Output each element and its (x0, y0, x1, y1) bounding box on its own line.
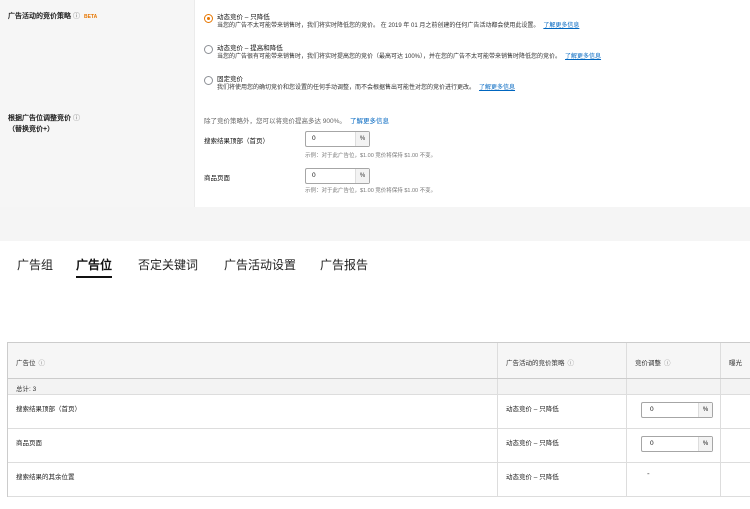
placement-name: 搜索结果顶部（首页） (16, 406, 81, 413)
adjust-label-top-of-search: 搜索结果顶部（首页） (204, 138, 269, 145)
option-title: 动态竞价 – 提高和降低 (217, 45, 283, 52)
learn-more-link[interactable]: 了解更多信息 (350, 118, 389, 125)
tab-placements[interactable]: 广告位 (76, 256, 113, 278)
info-icon[interactable]: ⓘ (73, 13, 80, 20)
table-header-row: 广告位 ⓘ 广告活动的竞价策略 ⓘ 竞价调整 ⓘ 曝光 (8, 343, 750, 379)
learn-more-link[interactable]: 了解更多信息 (565, 54, 601, 60)
table-row: 商品页面 动态竞价 – 只降低 0 % (8, 429, 750, 463)
option-description: 我们将使用您的确切竞价和您设置的任何手动调整，而不会根据售出可能性对您的竞价进行… (217, 85, 476, 91)
placement-adjust-sublabel: （替换竞价+） (8, 126, 55, 133)
column-header-strategy[interactable]: 广告活动的竞价策略 ⓘ (506, 357, 574, 367)
adjust-label-product-page: 商品页面 (204, 175, 230, 182)
radio-up-and-down[interactable] (204, 45, 213, 54)
placement-name: 搜索结果的其余位置 (16, 474, 75, 481)
percent-suffix: % (698, 403, 712, 417)
section-divider (0, 207, 750, 241)
option-title: 固定竞价 (217, 76, 243, 83)
placements-table-area: 广告位 ⓘ 广告活动的竞价策略 ⓘ 竞价调整 ⓘ 曝光 总计: 3 搜索结果顶部（首页… (0, 279, 750, 509)
settings-label-column (0, 0, 195, 207)
campaign-tabs: 广告组 广告位 否定关键词 广告活动设置 广告报告 (0, 241, 750, 279)
bid-adjust-input[interactable]: 0 % (641, 402, 713, 418)
bidding-settings-panel: 广告活动的竞价策略 ⓘ BETA 动态竞价 – 只降低 当您的广告不太可能带来销售时… (0, 0, 750, 207)
column-header-placement[interactable]: 广告位 ⓘ (16, 357, 45, 367)
option-description: 当您的广告很有可能带来销售时，我们将实时提高您的竞价（最高可达 100%），并在… (217, 54, 562, 60)
tab-campaign-settings[interactable]: 广告活动设置 (224, 256, 296, 273)
product-page-percent-input[interactable]: 0 % (305, 168, 370, 184)
bid-adjust-input[interactable]: 0 % (641, 436, 713, 452)
bidding-strategy-label: 广告活动的竞价策略 ⓘ BETA (8, 13, 98, 20)
table-total-row: 总计: 3 (8, 379, 750, 395)
info-icon[interactable]: ⓘ (73, 115, 80, 122)
option-title: 动态竞价 – 只降低 (217, 14, 270, 21)
info-icon[interactable]: ⓘ (39, 360, 46, 367)
tab-ad-groups[interactable]: 广告组 (17, 256, 53, 273)
column-header-bid-adjust[interactable]: 竞价调整 ⓘ (635, 357, 671, 367)
percent-suffix: % (355, 132, 369, 146)
beta-badge: BETA (84, 14, 98, 20)
total-count: 总计: 3 (16, 386, 37, 393)
tab-ad-reports[interactable]: 广告报告 (320, 256, 368, 273)
learn-more-link[interactable]: 了解更多信息 (543, 23, 579, 29)
info-icon[interactable]: ⓘ (568, 360, 575, 367)
radio-down-only[interactable] (204, 14, 213, 23)
top-of-search-percent-input[interactable]: 0 % (305, 131, 370, 147)
tab-negative-keywords[interactable]: 否定关键词 (138, 256, 198, 273)
placement-strategy: 动态竞价 – 只降低 (506, 474, 559, 481)
info-icon[interactable]: ⓘ (664, 360, 671, 367)
placement-adjust-label: 根据广告位调整竞价 ⓘ (8, 115, 80, 122)
percent-suffix: % (355, 169, 369, 183)
percent-suffix: % (698, 437, 712, 451)
table-row: 搜索结果的其余位置 动态竞价 – 只降低 - (8, 463, 750, 497)
no-adjust-value: - (647, 469, 650, 478)
placement-note: 除了竞价策略外，您可以将竞价提高多达 900%。 了解更多信息 (204, 118, 389, 125)
learn-more-link[interactable]: 了解更多信息 (479, 85, 515, 91)
table-row: 搜索结果顶部（首页） 动态竞价 – 只降低 0 % (8, 395, 750, 429)
radio-fixed[interactable] (204, 76, 213, 85)
option-description: 当您的广告不太可能带来销售时，我们将实时降低您的竞价。 在 2019 年 01 … (217, 23, 540, 29)
column-header-impressions[interactable]: 曝光 (729, 357, 742, 367)
adjust-hint: 示例：对于此广告位，$1.00 竞价将保持 $1.00 不变。 (305, 188, 437, 194)
placement-name: 商品页面 (16, 440, 42, 447)
placement-strategy: 动态竞价 – 只降低 (506, 440, 559, 447)
placements-table: 广告位 ⓘ 广告活动的竞价策略 ⓘ 竞价调整 ⓘ 曝光 总计: 3 搜索结果顶部（首页… (7, 342, 750, 497)
placement-strategy: 动态竞价 – 只降低 (506, 406, 559, 413)
adjust-hint: 示例：对于此广告位，$1.00 竞价将保持 $1.00 不变。 (305, 153, 437, 159)
